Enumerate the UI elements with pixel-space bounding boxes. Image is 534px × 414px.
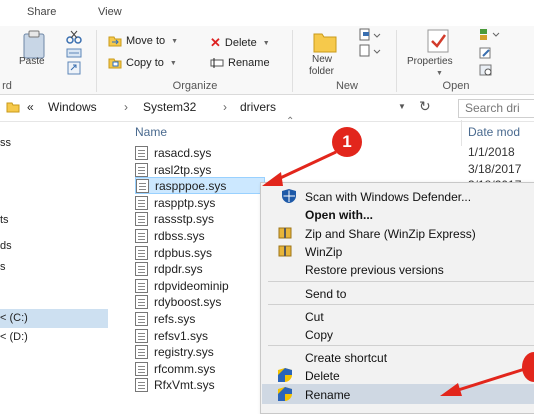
annotation-arrowhead-1 xyxy=(262,172,283,186)
step-badge-1: 1 xyxy=(332,127,362,157)
annotation-layer xyxy=(262,150,529,396)
annotation-arrowhead-2 xyxy=(440,383,462,396)
annotation-arrow-1 xyxy=(275,150,337,182)
annotation-arrow-2 xyxy=(454,366,529,393)
